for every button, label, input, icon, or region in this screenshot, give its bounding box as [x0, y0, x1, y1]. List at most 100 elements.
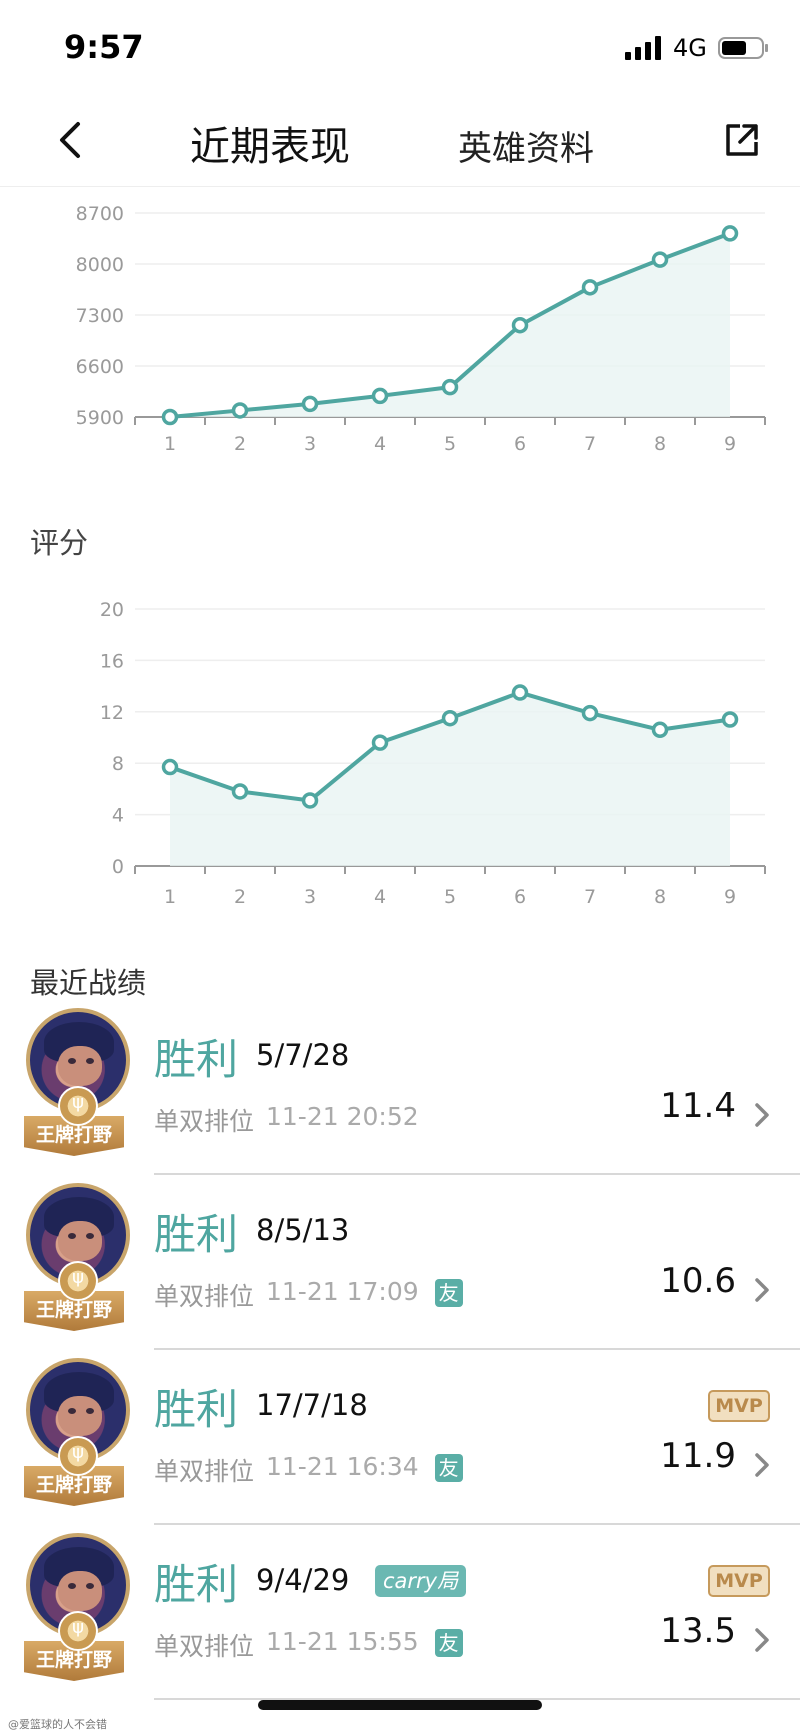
x-tick-label: 5	[444, 433, 456, 455]
record-item[interactable]: 王牌打野 ψ 胜利 17/7/18 单双排位 11-21 16:34 友 MVP 11.9	[0, 1350, 800, 1525]
x-tick-label: 9	[724, 886, 736, 908]
match-kda: 5/7/28	[256, 1038, 350, 1072]
data-point	[511, 684, 529, 701]
hero-face	[58, 1571, 102, 1611]
friend-badge: 友	[434, 1279, 463, 1307]
y-tick-label: 0	[112, 856, 124, 878]
data-point	[721, 711, 739, 728]
avatar[interactable]: 王牌打野 ψ	[24, 1183, 130, 1333]
match-result: 胜利	[154, 1035, 239, 1084]
match-kda: 9/4/29	[256, 1563, 350, 1597]
chevron-right-icon[interactable]	[752, 1450, 772, 1480]
chevron-right-icon[interactable]	[752, 1100, 772, 1130]
data-point	[651, 251, 669, 268]
hero-eye	[86, 1233, 94, 1239]
data-point	[511, 316, 529, 334]
y-tick-label: 20	[100, 599, 124, 621]
match-kda: 8/5/13	[256, 1213, 350, 1247]
record-item[interactable]: 王牌打野 ψ 胜利 8/5/13 单双排位 11-21 17:09 友 10.6	[0, 1175, 800, 1350]
x-tick-label: 7	[584, 886, 596, 908]
share-icon[interactable]	[720, 118, 764, 162]
avatar[interactable]: 王牌打野 ψ	[24, 1533, 130, 1683]
hero-eye	[86, 1583, 94, 1589]
match-mode: 单双排位	[154, 1107, 255, 1136]
data-point	[301, 792, 319, 809]
data-point	[581, 279, 599, 296]
chevron-right-icon[interactable]	[752, 1625, 772, 1655]
x-tick-label: 8	[654, 886, 666, 908]
mvp-badge: MVP	[708, 1390, 770, 1422]
data-point	[301, 395, 319, 413]
match-time: 11-21 17:09	[266, 1277, 419, 1306]
x-tick-label: 1	[164, 886, 176, 908]
x-tick-label: 3	[304, 886, 316, 908]
rating-chart-svg: 0481216201 2 3 4 5 6 7 8 9	[100, 599, 766, 908]
y-tick-label: 8700	[76, 203, 124, 225]
record-item[interactable]: 王牌打野 ψ 胜利 5/7/28 单双排位 11-21 20:52 11.4	[0, 1000, 800, 1175]
status-bar: 9:57 4G	[0, 0, 800, 96]
records-section-label: 最近战绩	[30, 966, 147, 1000]
tab-hero-profile[interactable]: 英雄资料	[458, 121, 594, 170]
mvp-badge: MVP	[708, 1565, 770, 1597]
x-tick-label: 2	[234, 433, 246, 455]
x-tick-label: 9	[724, 433, 736, 455]
rank-emblem-glyph: ψ	[72, 1617, 84, 1638]
rank-emblem-icon: ψ	[58, 1436, 98, 1476]
tab-recent-performance[interactable]: 近期表现	[190, 114, 350, 172]
watermark: @爱篮球的人不会错	[8, 1718, 107, 1731]
x-tick-label: 4	[374, 433, 386, 455]
x-tick-label: 7	[584, 433, 596, 455]
record-item[interactable]: 王牌打野 ψ 胜利 9/4/29 单双排位 11-21 15:55 友 carry局 MVP 13…	[0, 1525, 800, 1700]
y-tick-label: 16	[100, 650, 124, 672]
data-point	[161, 758, 179, 776]
hero-face	[58, 1396, 102, 1436]
data-point	[581, 704, 599, 722]
data-point	[441, 709, 459, 727]
data-point	[231, 402, 249, 419]
match-kda: 17/7/18	[256, 1388, 368, 1422]
match-time: 11-21 16:34	[266, 1452, 419, 1481]
x-tick-label: 5	[444, 886, 456, 908]
avatar[interactable]: 王牌打野 ψ	[24, 1008, 130, 1158]
y-tick-label: 8	[112, 753, 124, 775]
points-chart: 5900 6600 7300 8000 8700 1 2 3 4 5 6 7 8 9	[0, 186, 800, 476]
network-label: 4G	[673, 34, 707, 62]
y-tick-label: 4	[112, 805, 124, 827]
x-tick-label: 6	[514, 433, 526, 455]
carry-badge: carry局	[375, 1565, 467, 1597]
match-time: 11-21 20:52	[266, 1102, 419, 1131]
avatar[interactable]: 王牌打野 ψ	[24, 1358, 130, 1508]
rank-emblem-icon: ψ	[58, 1086, 98, 1126]
match-score: 11.9	[660, 1436, 736, 1476]
match-result: 胜利	[154, 1385, 239, 1434]
rating-chart: 0 4 8 12 16 20 1 2 3 4 5 6 7 8 9	[0, 580, 800, 910]
home-indicator[interactable]	[258, 1700, 542, 1710]
x-tick-label: 3	[304, 433, 316, 455]
match-score: 10.6	[660, 1261, 736, 1301]
friend-badge: 友	[434, 1629, 463, 1657]
x-tick-label: 6	[514, 886, 526, 908]
chevron-right-icon[interactable]	[752, 1275, 772, 1305]
y-tick-label: 12	[100, 702, 124, 724]
hero-eye	[86, 1408, 94, 1414]
rank-emblem-glyph: ψ	[72, 1267, 84, 1288]
hero-eye	[86, 1058, 94, 1064]
data-point	[651, 721, 669, 739]
hero-face	[58, 1221, 102, 1261]
match-mode: 单双排位	[154, 1632, 255, 1661]
chevron-left-icon[interactable]	[52, 118, 88, 162]
hero-eye	[68, 1058, 76, 1064]
y-tick-label: 5900	[76, 407, 124, 429]
hero-face	[58, 1046, 102, 1086]
nav-bar: 近期表现 英雄资料	[0, 96, 800, 187]
rank-emblem-glyph: ψ	[72, 1092, 84, 1113]
match-time: 11-21 15:55	[266, 1627, 419, 1656]
x-tick-label: 2	[234, 886, 246, 908]
data-point	[371, 387, 389, 405]
y-tick-label: 8000	[76, 254, 124, 276]
status-time: 9:57	[64, 28, 144, 66]
data-point	[721, 225, 739, 242]
rank-emblem-glyph: ψ	[72, 1442, 84, 1463]
hero-eye	[68, 1233, 76, 1239]
hero-eye	[68, 1408, 76, 1414]
